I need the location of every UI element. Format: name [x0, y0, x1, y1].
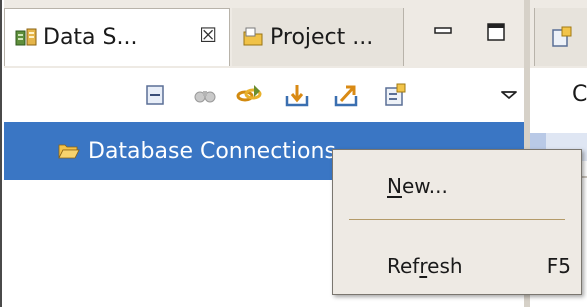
- tab-label: Project ...: [270, 24, 374, 50]
- label-suffix: esh: [427, 254, 463, 278]
- project-explorer-icon: [243, 27, 263, 46]
- menu-item-refresh[interactable]: Refresh F5: [333, 246, 581, 286]
- export-icon[interactable]: [333, 82, 359, 108]
- adjacent-tab[interactable]: [534, 8, 587, 66]
- tab-project-explorer[interactable]: Project ...: [232, 8, 404, 66]
- mnemonic-letter: r: [419, 254, 428, 278]
- menu-item-new[interactable]: New...: [333, 166, 581, 206]
- tree-item-label: Database Connections: [88, 138, 336, 164]
- data-source-explorer-icon: [15, 28, 37, 45]
- menu-item-accelerator: F5: [546, 254, 571, 278]
- folder-open-icon: [58, 144, 80, 159]
- link-with-editor-icon[interactable]: [236, 82, 262, 108]
- menu-item-label: Refresh: [387, 254, 463, 278]
- menu-separator: [349, 219, 565, 220]
- mnemonic-letter: N: [387, 174, 402, 198]
- maximize-icon[interactable]: [484, 20, 508, 44]
- view-toolbar: [4, 68, 526, 122]
- label-suffix: ew...: [401, 174, 448, 198]
- tab-data-source-explorer[interactable]: Data S... ☒: [4, 8, 230, 66]
- adjacent-tab-bar: [530, 0, 587, 68]
- view-menu-icon[interactable]: [496, 82, 522, 108]
- properties-icon: [552, 26, 572, 47]
- tab-label: Data S...: [43, 25, 138, 50]
- adjacent-view-text: C: [572, 82, 587, 107]
- filter-icon[interactable]: [192, 82, 218, 108]
- collapse-all-icon[interactable]: [143, 82, 169, 108]
- menu-item-label: New...: [387, 174, 448, 198]
- context-menu: New... Refresh F5: [332, 149, 582, 295]
- close-tab-icon[interactable]: ☒: [199, 23, 217, 47]
- import-icon[interactable]: [284, 82, 310, 108]
- view-tab-bar: Data S... ☒ Project ...: [4, 0, 526, 68]
- properties-icon[interactable]: [382, 82, 408, 108]
- minimize-icon[interactable]: [431, 20, 455, 44]
- label-prefix: Ref: [387, 254, 420, 278]
